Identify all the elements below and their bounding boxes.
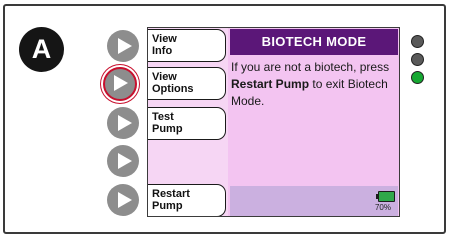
menu-tab-restart-pump[interactable]: Restart Pump bbox=[148, 184, 226, 216]
softkey-button-4[interactable] bbox=[107, 145, 139, 177]
menu-tab-test-pump[interactable]: Test Pump bbox=[148, 107, 226, 140]
menu-tab-line2: Pump bbox=[152, 123, 183, 135]
pump-display-screen: View Info View Options Test Pump Restart… bbox=[147, 27, 400, 217]
menu-tab-line1: View bbox=[152, 71, 177, 83]
play-arrow-icon bbox=[118, 192, 132, 208]
play-arrow-icon bbox=[114, 75, 128, 91]
indicator-light-3 bbox=[411, 71, 424, 84]
status-bar: 70% bbox=[230, 186, 398, 216]
menu-tab-line2: Pump bbox=[152, 200, 183, 212]
message-text: If you are not a biotech, press bbox=[231, 60, 390, 74]
softkey-button-3[interactable] bbox=[107, 107, 139, 139]
menu-tab-view-options[interactable]: View Options bbox=[148, 67, 226, 100]
screen-title: BIOTECH MODE bbox=[230, 29, 398, 55]
menu-tab-line1: Restart bbox=[152, 188, 190, 200]
panel-label-badge: A bbox=[19, 27, 64, 72]
softkey-button-5[interactable] bbox=[107, 184, 139, 216]
indicator-light-1 bbox=[411, 35, 424, 48]
play-arrow-icon bbox=[118, 38, 132, 54]
indicator-light-2 bbox=[411, 53, 424, 66]
play-arrow-icon bbox=[118, 115, 132, 131]
menu-tab-line2: Info bbox=[152, 45, 173, 57]
play-arrow-icon bbox=[118, 153, 132, 169]
battery-icon bbox=[376, 191, 395, 202]
message-bold-text: Restart Pump bbox=[231, 77, 310, 91]
menu-tab-line2: Options bbox=[152, 83, 194, 95]
softkey-button-1[interactable] bbox=[107, 30, 139, 62]
menu-tab-line1: Test bbox=[152, 111, 174, 123]
softkey-button-2[interactable] bbox=[103, 67, 137, 101]
screen-message: If you are not a biotech, press Restart … bbox=[231, 59, 397, 110]
battery-percent: 70% bbox=[374, 203, 391, 212]
menu-tab-line1: View bbox=[152, 33, 177, 45]
menu-tab-view-info[interactable]: View Info bbox=[148, 29, 226, 62]
